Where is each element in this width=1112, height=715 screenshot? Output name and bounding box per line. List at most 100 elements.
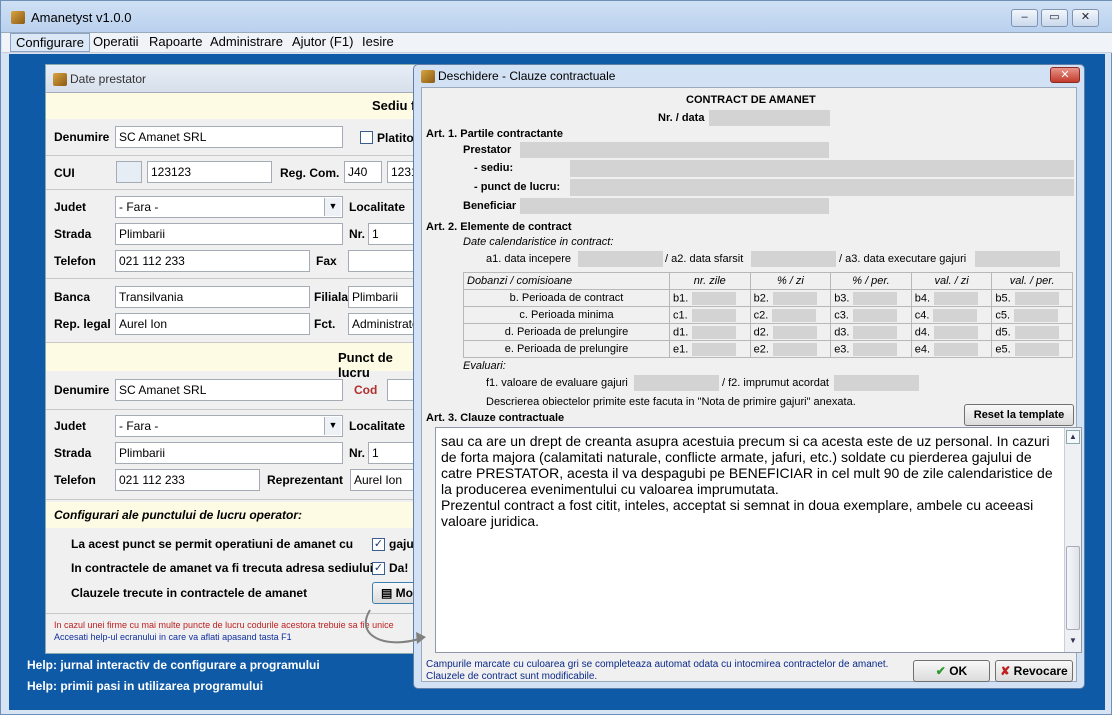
table-cell: c1. (669, 306, 751, 324)
reprezentant-label: Reprezentant (267, 473, 344, 487)
opt2-checkbox[interactable]: ✓ (372, 562, 385, 575)
cell-value (692, 291, 737, 305)
chevron-down-icon[interactable]: ▼ (324, 198, 341, 216)
contract-heading: CONTRACT DE AMANET (686, 94, 816, 106)
cell-value (1014, 308, 1059, 322)
cell-value (852, 308, 897, 322)
prestator-window: Date prestator Sediu f Denumire SC Amane… (45, 64, 425, 654)
modifiable-note: Clauzele de contract sunt modificabile. (426, 671, 598, 682)
cell-code: c3. (834, 308, 849, 321)
denumire-input[interactable]: SC Amanet SRL (115, 126, 343, 148)
cui-input[interactable]: 123123 (147, 161, 272, 183)
cell-value (772, 342, 817, 356)
platitor-checkbox[interactable] (360, 131, 373, 144)
punct-localitate-label: Localitate (349, 419, 406, 433)
table-cell: c4. (910, 306, 993, 324)
table-header: val. / per. (991, 272, 1073, 290)
cell-value (853, 342, 898, 356)
menu-ajutor[interactable]: Ajutor (F1) (287, 33, 358, 52)
help-link-primii-pasi[interactable]: Help: primii pasi in utilizarea programu… (27, 679, 263, 693)
opt1-checkbox[interactable]: ✓ (372, 538, 385, 551)
dialog-close-button[interactable]: ✕ (1050, 67, 1080, 83)
cell-code: d4. (914, 325, 931, 338)
cui-prefix-input[interactable] (116, 161, 142, 183)
table-cell: e3. (830, 340, 912, 358)
regcom-a-input[interactable]: J40 (344, 161, 382, 183)
art2-heading: Art. 2. Elemente de contract (426, 221, 572, 233)
nr-input[interactable]: 1 (368, 223, 418, 245)
clauze-scrollbar[interactable]: ▲ ▼ (1064, 428, 1081, 652)
table-row: b. Perioada de contract b1. b2. b3. b4. b5. (463, 289, 1073, 307)
table-header-row: Dobanzi / comisioane nr. zile % / zi % /… (463, 272, 1073, 290)
a3-field (975, 251, 1060, 267)
chevron-down-icon[interactable]: ▼ (324, 417, 341, 435)
reset-template-button[interactable]: Reset la template (964, 404, 1074, 426)
help-note: Accesati help-ul ecranului in care va af… (54, 632, 292, 642)
sediu-label: - sediu: (474, 162, 514, 174)
config-section: Configurari ale punctului de lucru opera… (46, 502, 424, 528)
dialog-titlebar: Deschidere - Clauze contractuale ✕ (414, 65, 1084, 87)
telefon-input[interactable]: 021 112 233 (115, 250, 310, 272)
cell-value (934, 342, 979, 356)
fax-input[interactable] (348, 250, 418, 272)
ok-button[interactable]: ✔ OK (913, 660, 990, 682)
close-button[interactable]: ✕ (1072, 9, 1099, 27)
judet-value: - Fara - (119, 200, 159, 214)
divider (46, 155, 424, 156)
fct-input[interactable]: Administrator (348, 313, 418, 335)
cell-code: b1. (673, 291, 689, 304)
cell-code: e5. (995, 342, 1011, 355)
help-link-jurnal[interactable]: Help: jurnal interactiv de configurare a… (27, 658, 320, 672)
art3-heading: Art. 3. Clauze contractuale (426, 412, 565, 424)
denumire-label: Denumire (54, 130, 110, 144)
telefon-label: Telefon (54, 254, 96, 268)
maximize-button[interactable]: ▭ (1041, 9, 1068, 27)
punct-denumire-input[interactable]: SC Amanet SRL (115, 379, 343, 401)
scroll-thumb[interactable] (1066, 546, 1080, 630)
banca-label: Banca (54, 290, 91, 304)
sediu-field (570, 160, 1074, 177)
banca-input[interactable]: Transilvania (115, 286, 310, 308)
judet-select[interactable]: - Fara - ▼ (115, 196, 343, 218)
scroll-down-icon[interactable]: ▼ (1066, 635, 1080, 649)
punct-judet-select[interactable]: - Fara - ▼ (115, 415, 343, 437)
menu-iesire[interactable]: Iesire (357, 33, 399, 52)
punct-nr-input[interactable]: 1 (368, 442, 418, 464)
menu-operatii[interactable]: Operatii (88, 33, 144, 52)
sediu-section: Sediu f (46, 93, 424, 119)
cell-code: c2. (753, 308, 769, 321)
cell-value (772, 325, 817, 339)
punct-section: Punct de lucru (46, 343, 424, 380)
window-logo-icon (53, 73, 67, 86)
reprezentant-input[interactable]: Aurel Ion (350, 469, 418, 491)
filiala-input[interactable]: Plimbarii (348, 286, 418, 308)
strada-input[interactable]: Plimbarii (115, 223, 343, 245)
minimize-button[interactable]: ‒ (1011, 9, 1038, 27)
clauze-textarea[interactable]: sau ca are un drept de creanta asupra ac… (435, 427, 1082, 653)
scroll-up-icon[interactable]: ▲ (1066, 430, 1080, 444)
menu-administrare[interactable]: Administrare (205, 33, 288, 52)
punct-strada-input[interactable]: Plimbarii (115, 442, 343, 464)
table-row: c. Perioada minima c1. c2. c3. c4. c5. (463, 306, 1073, 324)
table-cell: b1. (669, 289, 751, 307)
table-row: d. Perioada de prelungire d1. d2. d3. d4. d5. (463, 323, 1073, 341)
filiala-label: Filiala (314, 290, 349, 304)
cell-code: d1. (673, 325, 689, 338)
rep-legal-label: Rep. legal (54, 317, 111, 331)
punct-lucru-label: - punct de lucru: (474, 181, 561, 193)
rep-legal-input[interactable]: Aurel Ion (115, 313, 310, 335)
cell-code: b5. (995, 291, 1011, 304)
table-cell: e2. (749, 340, 832, 358)
menu-rapoarte[interactable]: Rapoarte (144, 33, 207, 52)
punct-telefon-input[interactable]: 021 112 233 (115, 469, 260, 491)
f2-label: / f2. imprumut acordat (722, 377, 829, 389)
cell-value (934, 291, 979, 305)
fct-label: Fct. (314, 317, 336, 331)
strada-label: Strada (54, 227, 92, 241)
menu-configurare[interactable]: Configurare (10, 33, 90, 52)
main-titlebar: Amanetyst v1.0.0 ‒ ▭ ✕ (1, 1, 1112, 33)
table-header: Dobanzi / comisioane (463, 272, 670, 290)
revocare-button[interactable]: ✘ Revocare (995, 660, 1073, 682)
app-title: Amanetyst v1.0.0 (31, 10, 132, 25)
divider (46, 189, 424, 190)
